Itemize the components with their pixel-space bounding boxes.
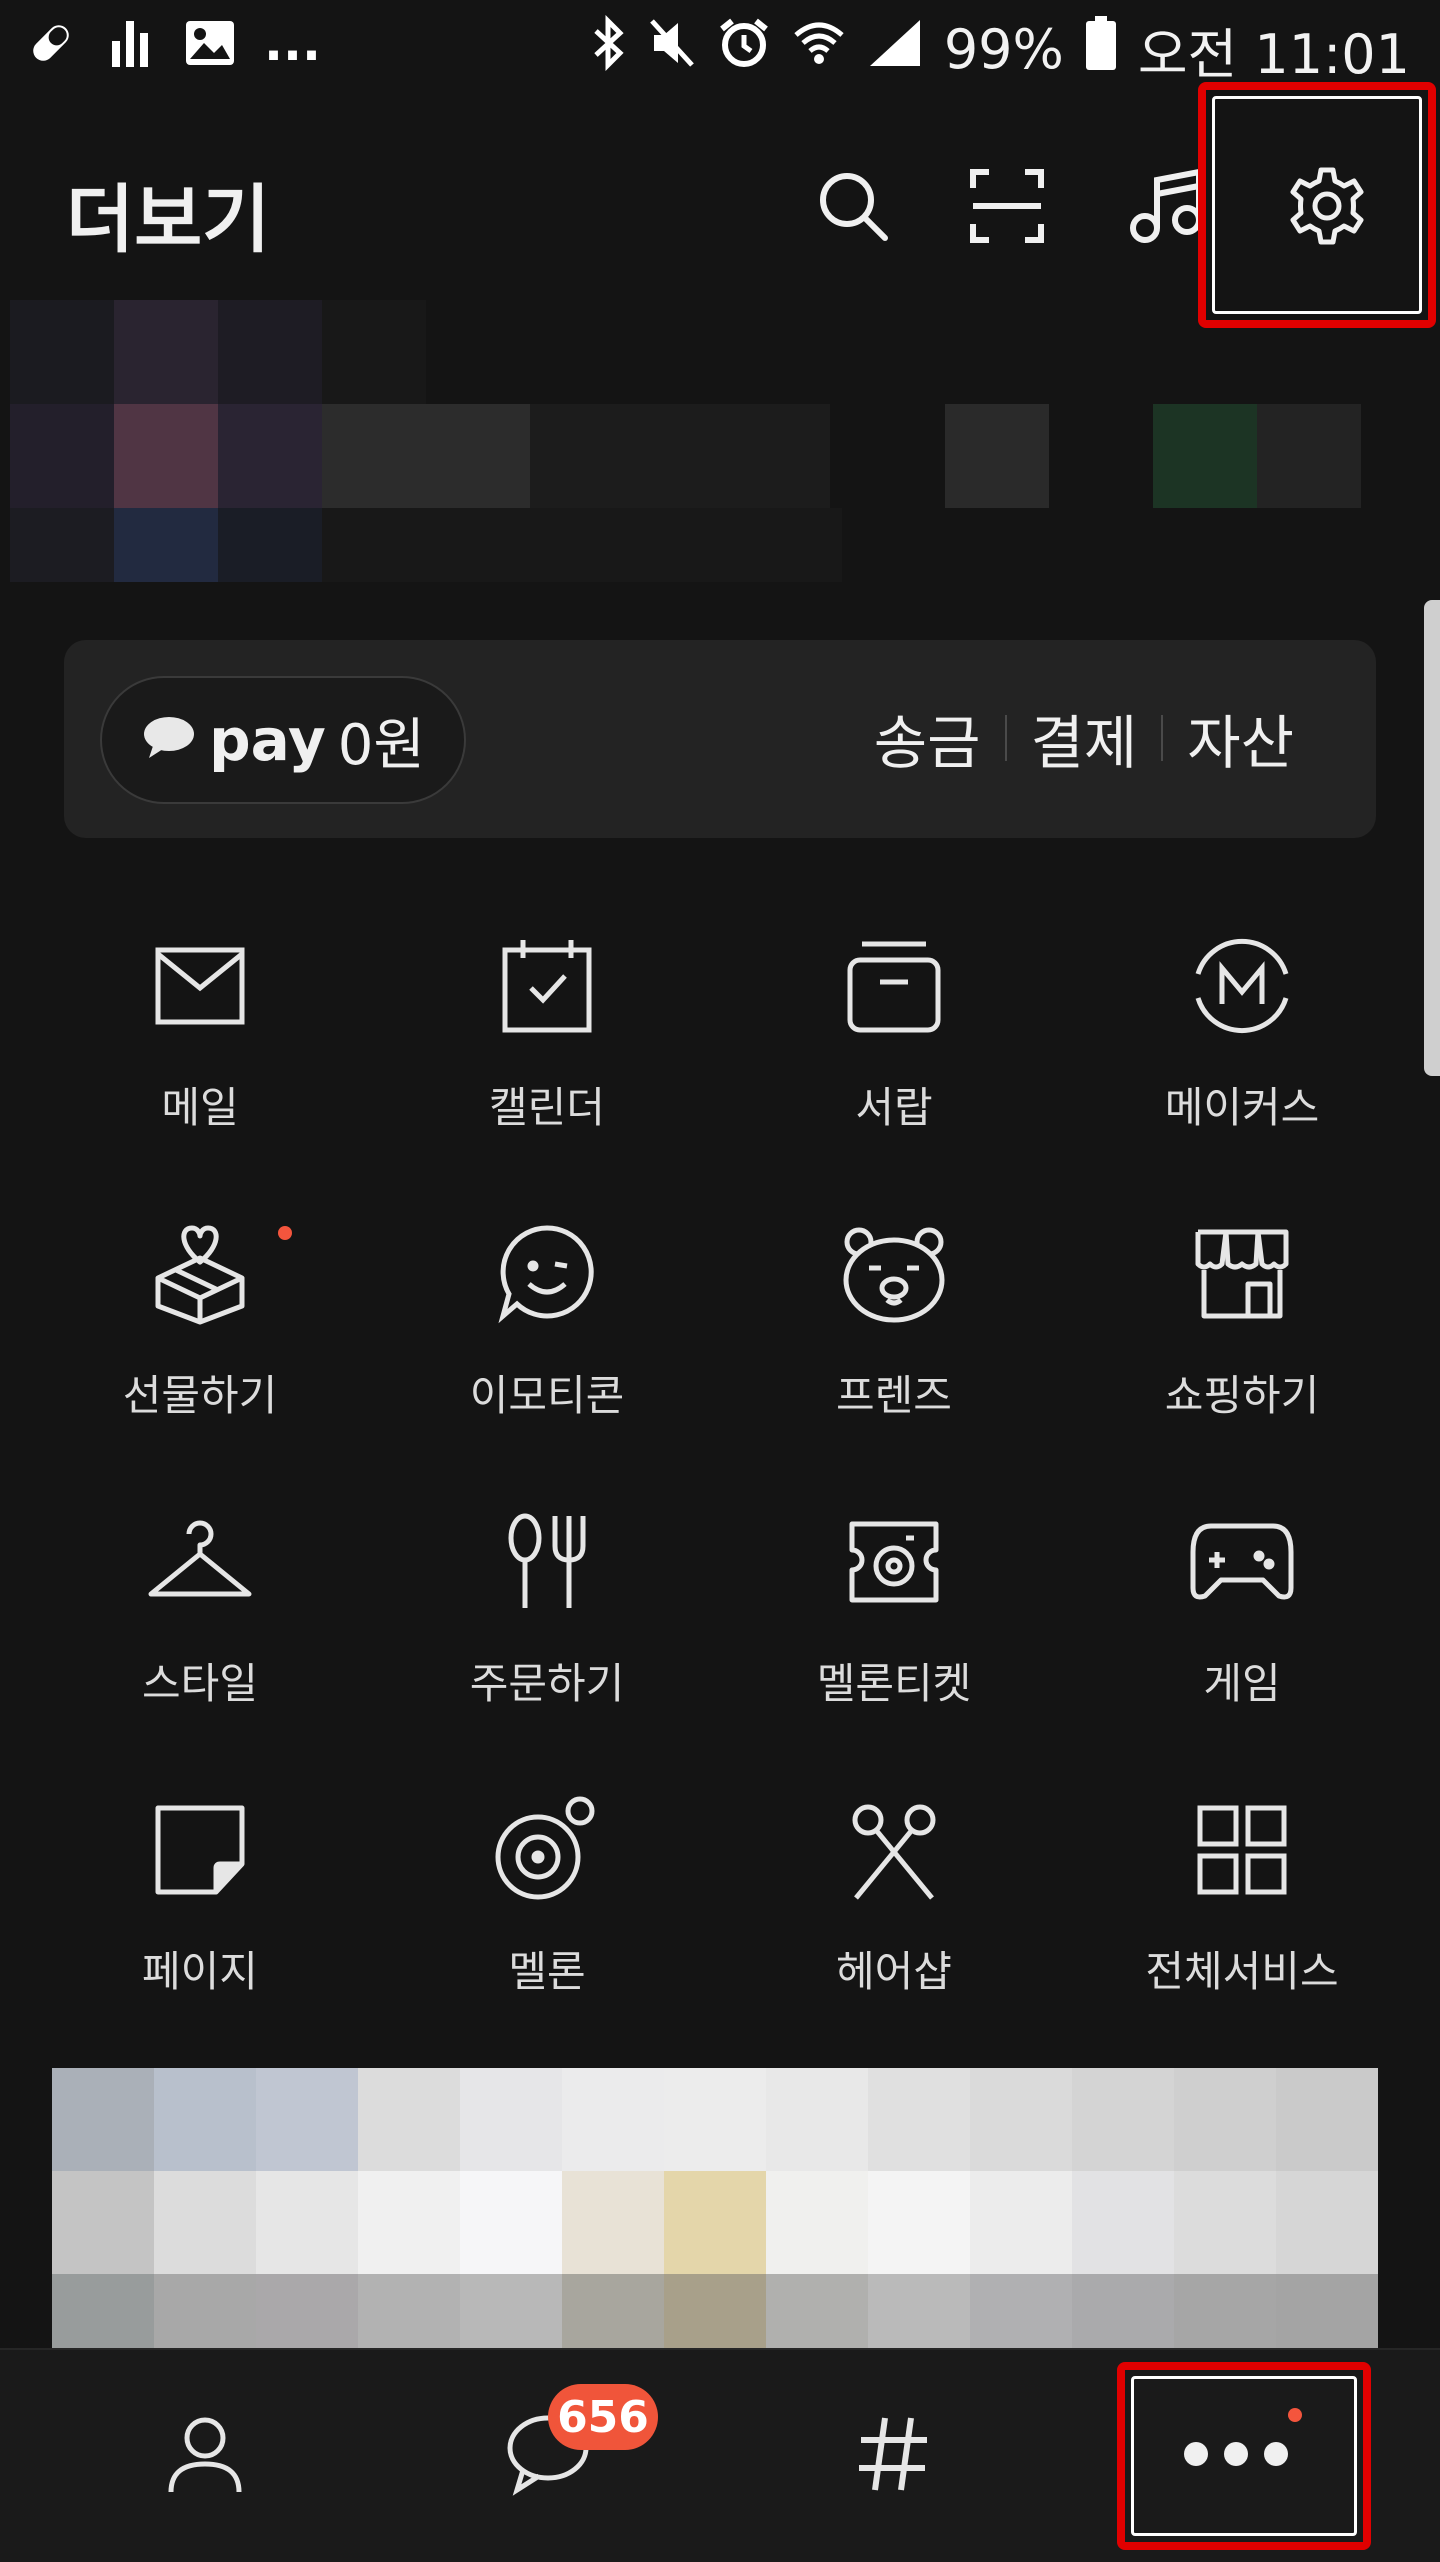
clock: 오전 11:01 [1137,23,1410,86]
service-order[interactable]: 주문하기 [367,1476,727,1736]
page-title: 더보기 [66,177,271,263]
pill-icon [26,18,76,68]
service-style[interactable]: 스타일 [20,1476,380,1736]
melon-icon [487,1790,607,1910]
service-melon-ticket[interactable]: 멜론티켓 [714,1476,1074,1736]
makers-icon [1182,926,1302,1046]
battery-percent: 99% [943,18,1064,81]
signal-icon [868,18,922,81]
hashtag-tab[interactable] [713,2350,1073,2562]
service-label: 스타일 [142,1659,258,1708]
service-label: 전체서비스 [1145,1947,1339,1996]
pay-assets-link[interactable]: 자산 [1163,696,1318,780]
alarm-icon [718,17,770,82]
wifi-icon [792,17,846,82]
scissors-icon [834,1790,954,1910]
page-icon [140,1790,260,1910]
friends-tab[interactable] [25,2350,385,2562]
service-label: 프렌즈 [836,1371,952,1420]
highlight-box-more [1117,2362,1371,2550]
pay-brand: pay [209,706,326,774]
mute-icon [648,17,696,82]
service-game[interactable]: 게임 [1062,1476,1422,1736]
service-shopping[interactable]: 쇼핑하기 [1062,1188,1422,1448]
service-page[interactable]: 페이지 [20,1764,380,2024]
grid-icon [1182,1790,1302,1910]
shop-icon [1182,1214,1302,1334]
service-label: 이모티콘 [469,1371,625,1420]
service-mail[interactable]: 메일 [20,900,380,1160]
service-hairshop[interactable]: 헤어샵 [714,1764,1074,2024]
hashtag-icon [853,2412,933,2500]
unread-badge: 656 [548,2384,658,2450]
scan-icon[interactable] [952,156,1062,256]
highlight-box-settings [1198,82,1436,328]
calendar-icon [487,926,607,1046]
hanger-icon [140,1502,260,1622]
service-label: 주문하기 [469,1659,625,1708]
gamepad-icon [1182,1502,1302,1622]
new-dot [278,1226,292,1240]
utensils-icon [487,1502,607,1622]
drawer-icon [834,926,954,1046]
battery-icon [1085,16,1116,83]
profile-blurred[interactable] [10,300,1410,590]
service-emoticon[interactable]: 이모티콘 [367,1188,727,1448]
service-label: 헤어샵 [836,1947,952,1996]
talk-bubble-icon [141,714,197,766]
service-label: 페이지 [142,1947,258,1996]
service-label: 메일 [161,1083,239,1132]
pay-transfer-link[interactable]: 송금 [850,696,1005,780]
service-label: 캘린더 [489,1083,605,1132]
search-icon[interactable] [798,156,908,256]
service-label: 게임 [1203,1659,1281,1708]
service-drawer[interactable]: 서랍 [714,900,1074,1160]
mail-icon [140,926,260,1046]
service-all[interactable]: 전체서비스 [1062,1764,1422,2024]
pay-panel: pay 0원 송금 결제 자산 [64,640,1376,838]
equalizer-icon [110,17,150,69]
ad-banner[interactable] [52,2068,1378,2378]
scroll-indicator[interactable] [1424,600,1440,1076]
service-melon[interactable]: 멜론 [367,1764,727,2024]
service-label: 멜론티켓 [816,1659,972,1708]
chats-tab[interactable] [368,2350,728,2562]
person-icon [163,2412,247,2500]
bluetooth-icon [592,14,626,84]
service-label: 선물하기 [122,1371,278,1420]
pay-balance-button[interactable]: pay 0원 [100,676,466,804]
gift-icon [140,1214,260,1334]
emoticon-icon [487,1214,607,1334]
pay-payment-link[interactable]: 결제 [1007,696,1162,780]
image-icon [184,19,236,67]
service-label: 서랍 [855,1083,933,1132]
service-makers[interactable]: 메이커스 [1062,900,1422,1160]
pay-amount: 0원 [337,712,425,778]
service-gift[interactable]: 선물하기 [20,1188,380,1448]
service-label: 멜론 [508,1947,586,1996]
status-ellipsis: ... [264,14,321,72]
ticket-icon [834,1502,954,1622]
service-label: 메이커스 [1164,1083,1320,1132]
service-friends[interactable]: 프렌즈 [714,1188,1074,1448]
friends-icon [834,1214,954,1334]
service-calendar[interactable]: 캘린더 [367,900,727,1160]
service-label: 쇼핑하기 [1164,1371,1320,1420]
